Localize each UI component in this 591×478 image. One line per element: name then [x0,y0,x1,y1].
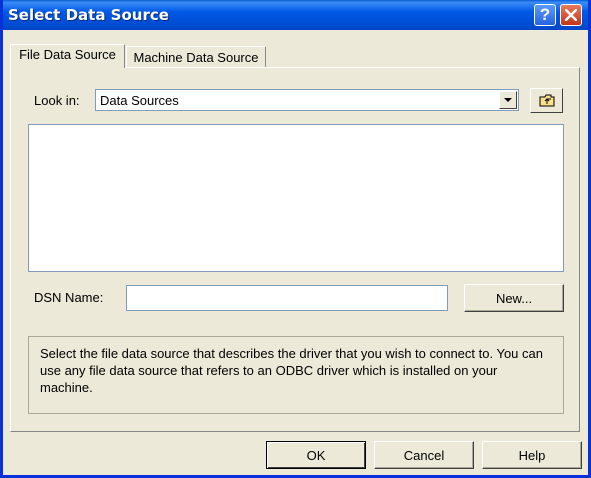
description-text: Select the file data source that describ… [28,336,564,414]
up-one-level-folder-icon [539,94,554,107]
tab-file-data-source[interactable]: File Data Source [10,44,125,68]
chevron-down-icon [504,97,512,102]
titlebar-help-button[interactable]: ? [534,4,556,26]
tab-label: File Data Source [19,47,116,62]
help-button[interactable]: Help [482,441,582,469]
dropdown-arrow-button[interactable] [499,91,517,109]
window-title: Select Data Source [8,6,169,24]
look-in-value: Data Sources [100,93,179,108]
tab-label: Machine Data Source [133,50,259,65]
look-in-dropdown[interactable]: Data Sources [95,89,519,111]
new-button[interactable]: New... [464,284,564,312]
cancel-button[interactable]: Cancel [374,441,474,469]
question-mark-icon: ? [539,5,551,24]
title-bar[interactable]: Select Data Source ? [3,0,588,30]
dsn-name-label: DSN Name: [34,290,104,305]
look-in-label: Look in: [34,93,80,108]
tab-machine-data-source[interactable]: Machine Data Source [126,46,266,68]
titlebar-close-button[interactable] [560,4,582,26]
ok-button[interactable]: OK [266,441,366,469]
file-data-source-list[interactable] [28,124,564,272]
up-one-level-button[interactable] [530,88,563,113]
close-icon [565,9,577,21]
dsn-name-input[interactable] [126,285,448,311]
